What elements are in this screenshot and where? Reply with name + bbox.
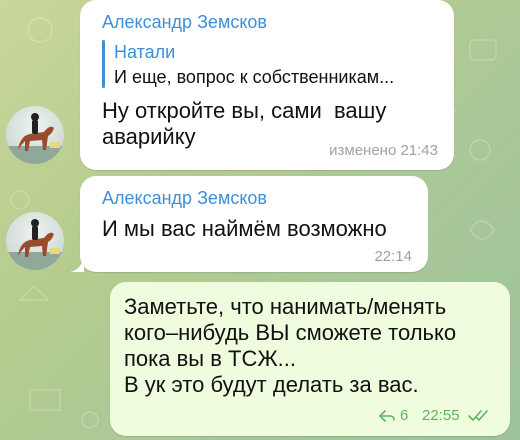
double-check-icon <box>468 410 488 421</box>
reply-arrow-icon[interactable] <box>378 409 396 423</box>
message-text-line: аварийку <box>102 124 196 149</box>
timestamp: 22:55 <box>422 407 460 424</box>
message-text-line: В ук это будут делать за вас. <box>124 372 419 397</box>
reply-quote-bar <box>102 40 105 88</box>
horse-rider-avatar-icon <box>6 219 64 270</box>
outgoing-message-bubble[interactable]: Заметьте, что нанимать/менять кого–нибуд… <box>110 282 510 436</box>
reply-author[interactable]: Натали <box>114 42 175 63</box>
edited-timestamp: изменено 21:43 <box>329 142 438 159</box>
reply-count[interactable]: 6 <box>400 407 408 424</box>
message-text-line: Ну откройте вы, сами вашу <box>102 98 387 123</box>
message-text-line: кого–нибудь ВЫ сможете только <box>124 320 457 345</box>
sender-name[interactable]: Александр Земсков <box>102 12 267 33</box>
reply-text[interactable]: И еще, вопрос к собственникам... <box>114 67 394 88</box>
bubble-tail <box>70 258 84 272</box>
sender-name[interactable]: Александр Земсков <box>102 188 267 209</box>
message-text-line: Заметьте, что нанимать/менять <box>124 294 447 319</box>
message-text-line: И мы вас наймём возможно <box>102 216 387 241</box>
message-bubble[interactable]: Александр Земсков Натали И еще, вопрос к… <box>80 0 454 170</box>
horse-rider-avatar-icon <box>6 113 64 164</box>
avatar[interactable] <box>6 106 64 164</box>
avatar[interactable] <box>6 212 64 270</box>
message-bubble[interactable]: Александр Земсков И мы вас наймём возмож… <box>80 176 428 272</box>
timestamp: 22:14 <box>374 248 412 265</box>
message-text-line: пока вы в ТСЖ... <box>124 346 296 371</box>
